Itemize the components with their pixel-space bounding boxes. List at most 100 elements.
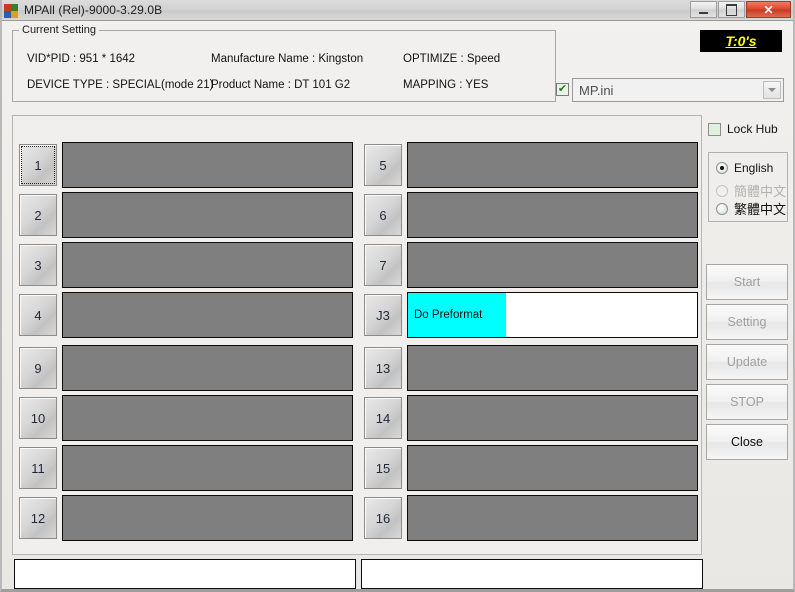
language-option-label: 簡體中文 (734, 184, 787, 199)
slot-row: 15 (364, 445, 698, 491)
start-button-label: Start (733, 275, 761, 289)
slot-row: 7 (364, 242, 698, 288)
slot-button-7[interactable]: 7 (364, 244, 402, 286)
close-action-button-label: Close (731, 435, 763, 449)
total-counter-display: T:0's (700, 30, 782, 52)
close-button[interactable]: ✕ (746, 1, 791, 18)
chevron-down-icon (768, 88, 776, 92)
slot-button-13[interactable]: 13 (364, 347, 402, 389)
slot-status-bar-9 (62, 345, 353, 391)
stop-button-label: STOP (730, 395, 764, 409)
slot-status-bar-3 (62, 242, 353, 288)
title-bar: MPAll (Rel)-9000-3.29.0B ✕ (0, 0, 795, 21)
language-option-label: English (734, 161, 774, 175)
language-group: English 簡體中文繁體中文 (708, 152, 788, 222)
minimize-button[interactable] (690, 1, 717, 18)
slot-status-text: Do Preformat (414, 309, 483, 321)
radio-icon[interactable] (716, 202, 728, 215)
slot-status-bar-2 (62, 192, 353, 238)
update-button[interactable]: Update (706, 344, 788, 380)
info-vid-pid: VID*PID : 951 * 1642 (27, 53, 136, 65)
current-setting-group: Current Setting VID*PID : 951 * 1642 Man… (12, 24, 556, 102)
stop-button[interactable]: STOP (706, 384, 788, 420)
slot-button-15[interactable]: 15 (364, 447, 402, 489)
slot-button-6[interactable]: 6 (364, 194, 402, 236)
update-button-label: Update (726, 355, 768, 369)
window-controls: ✕ (690, 1, 791, 18)
slot-row: 3 (19, 242, 353, 288)
language-option-0[interactable]: English (716, 161, 773, 175)
ini-enable-checkbox[interactable] (556, 83, 569, 96)
window-title: MPAll (Rel)-9000-3.29.0B (24, 3, 163, 17)
ini-file-combobox[interactable]: MP.ini (572, 78, 784, 102)
slot-status-bar-j3: Do Preformat (407, 292, 698, 338)
slot-button-16[interactable]: 16 (364, 497, 402, 539)
application-window: MPAll (Rel)-9000-3.29.0B ✕ Current Setti… (0, 0, 795, 592)
slot-progress-fill: Do Preformat (408, 293, 507, 337)
slot-row: J3 Do Preformat (364, 292, 698, 338)
slot-button-14[interactable]: 14 (364, 397, 402, 439)
log-panel-right[interactable] (361, 559, 703, 589)
ini-dropdown-button[interactable] (763, 81, 781, 99)
maximize-icon (726, 3, 737, 16)
slot-row: 16 (364, 495, 698, 541)
slot-status-bar-12 (62, 495, 353, 541)
slot-status-bar-4 (62, 292, 353, 338)
info-product-name: Product Name : DT 101 G2 (211, 79, 351, 91)
slot-button-12[interactable]: 12 (19, 497, 57, 539)
slot-status-bar-7 (407, 242, 698, 288)
slot-row: 14 (364, 395, 698, 441)
radio-icon (716, 184, 728, 197)
slot-button-5[interactable]: 5 (364, 144, 402, 186)
slot-status-bar-6 (407, 192, 698, 238)
slot-button-3[interactable]: 3 (19, 244, 57, 286)
slot-row: 12 (19, 495, 353, 541)
total-counter-value: T:0's (725, 33, 757, 49)
slot-status-bar-1 (62, 142, 353, 188)
slot-row: 4 (19, 292, 353, 338)
slot-button-11[interactable]: 11 (19, 447, 57, 489)
log-panel-left[interactable] (14, 559, 356, 589)
radio-icon[interactable] (716, 162, 728, 174)
slot-button-4[interactable]: 4 (19, 294, 57, 336)
close-icon: ✕ (763, 2, 774, 17)
slot-status-bar-10 (62, 395, 353, 441)
slot-status-bar-11 (62, 445, 353, 491)
slot-button-10[interactable]: 10 (19, 397, 57, 439)
info-device-type: DEVICE TYPE : SPECIAL(mode 21) (27, 79, 214, 91)
slot-row: 13 (364, 345, 698, 391)
maximize-button[interactable] (718, 1, 745, 18)
app-blocks-icon (3, 2, 19, 18)
slot-row: 9 (19, 345, 353, 391)
setting-button[interactable]: Setting (706, 304, 788, 340)
ini-file-value: MP.ini (579, 82, 614, 98)
info-mapping: MAPPING : YES (403, 79, 489, 91)
slot-button-j3[interactable]: J3 (364, 294, 402, 336)
slot-row: 5 (364, 142, 698, 188)
slot-status-bar-16 (407, 495, 698, 541)
slot-status-bar-15 (407, 445, 698, 491)
slot-row: 11 (19, 445, 353, 491)
slot-row: 10 (19, 395, 353, 441)
language-option-2[interactable]: 繁體中文 (716, 199, 786, 218)
slot-status-bar-13 (407, 345, 698, 391)
close-action-button[interactable]: Close (706, 424, 788, 460)
lock-hub-label: Lock Hub (727, 122, 778, 136)
minimize-icon (699, 11, 708, 14)
lock-hub-row[interactable]: Lock Hub (708, 122, 778, 136)
slot-row: 1 (19, 142, 353, 188)
info-optimize: OPTIMIZE : Speed (403, 53, 501, 65)
setting-button-label: Setting (727, 315, 767, 329)
current-setting-legend: Current Setting (19, 24, 99, 36)
slot-row: 6 (364, 192, 698, 238)
lock-hub-checkbox[interactable] (708, 122, 721, 136)
slot-status-bar-5 (407, 142, 698, 188)
slot-button-2[interactable]: 2 (19, 194, 57, 236)
slot-button-9[interactable]: 9 (19, 347, 57, 389)
language-option-label: 繁體中文 (734, 202, 787, 217)
language-option-1: 簡體中文 (716, 181, 786, 200)
start-button[interactable]: Start (706, 264, 788, 300)
slot-button-1[interactable]: 1 (19, 144, 57, 186)
slot-status-bar-14 (407, 395, 698, 441)
slot-row: 2 (19, 192, 353, 238)
